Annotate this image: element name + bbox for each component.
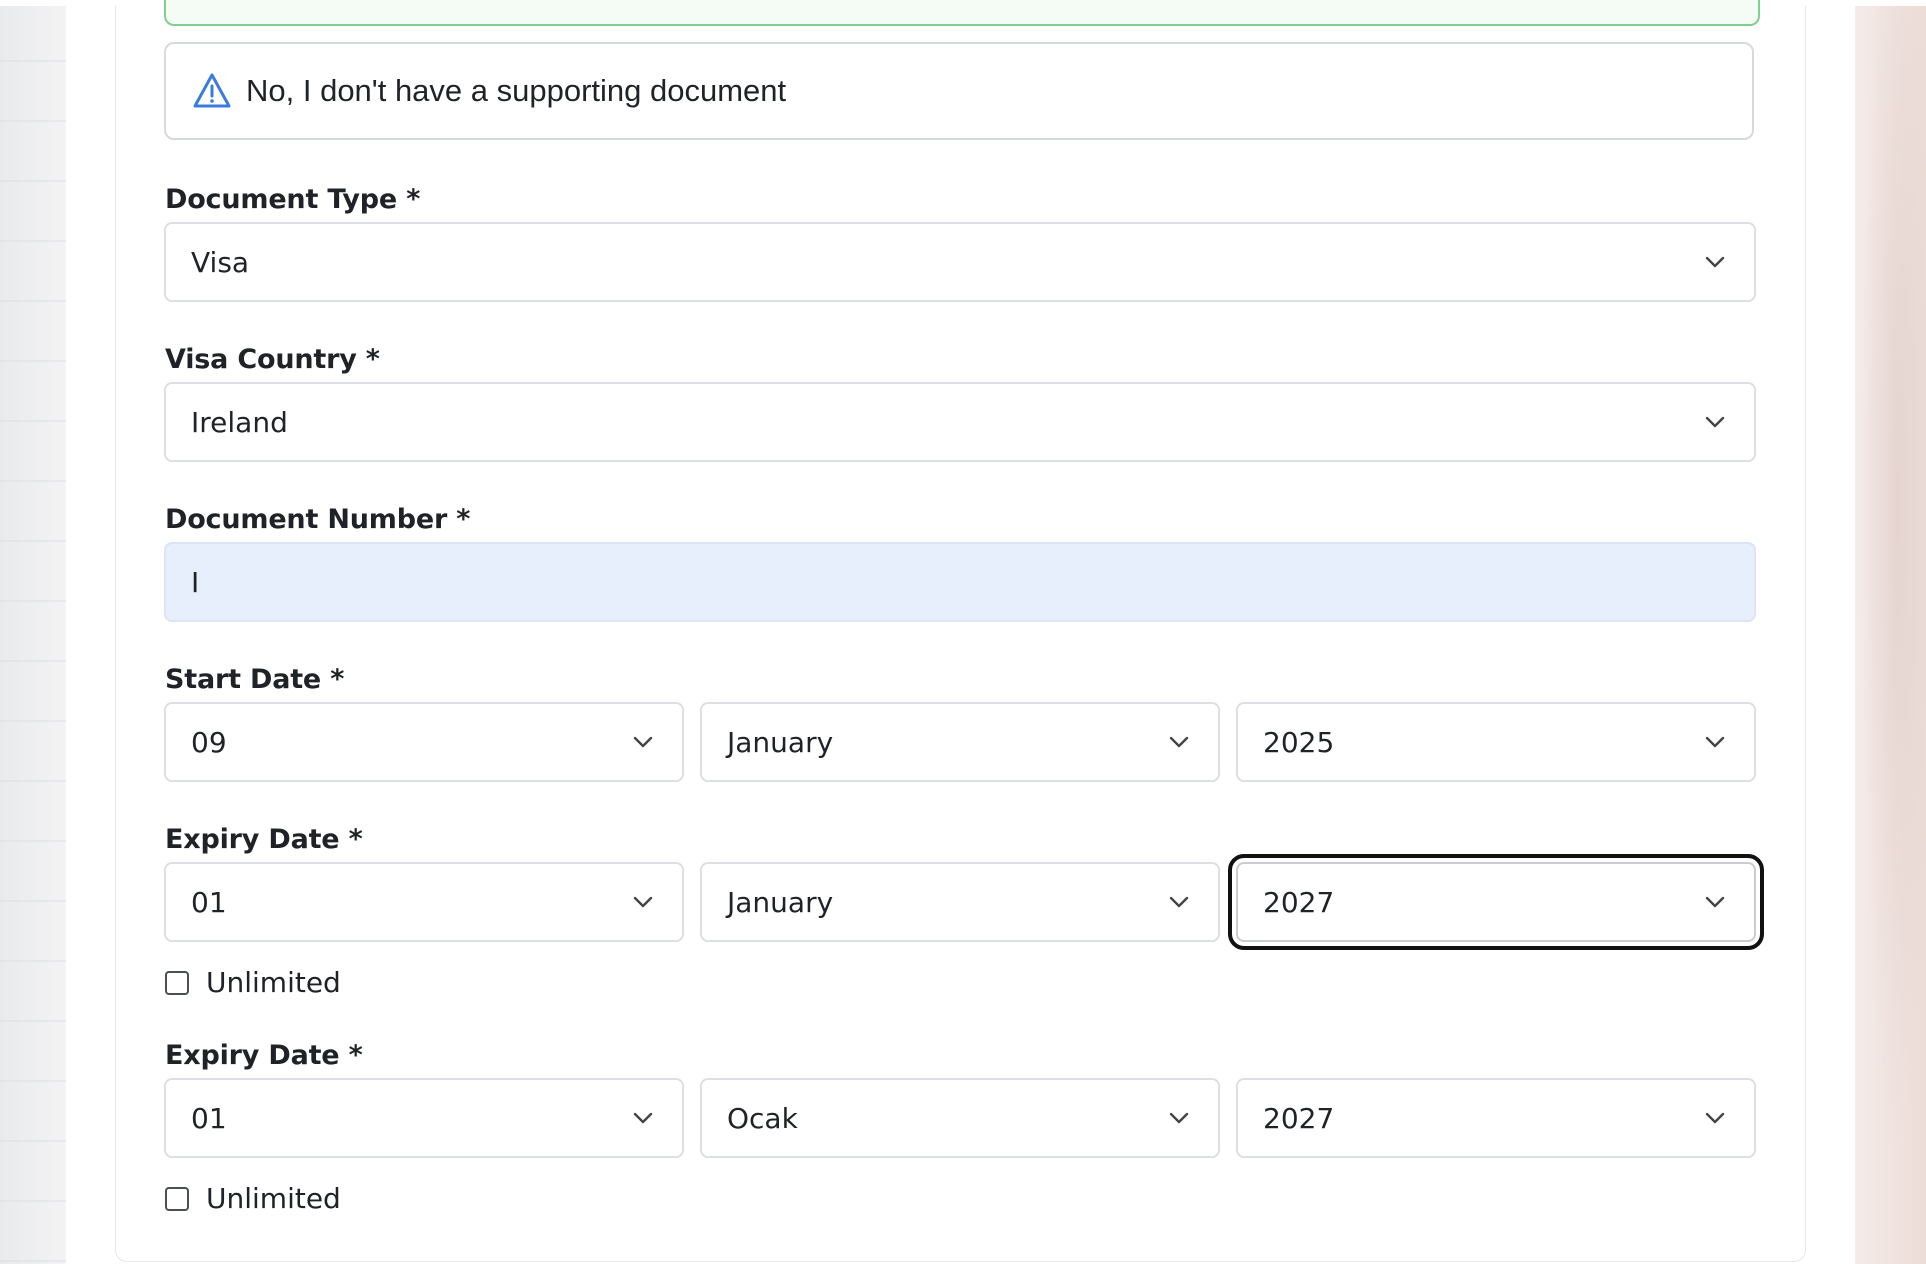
chevron-down-icon (1705, 416, 1725, 428)
document-type-label: Document Type * (165, 184, 421, 215)
chevron-down-icon (633, 736, 653, 748)
document-type-select[interactable]: Visa (164, 222, 1756, 302)
selected-option-box[interactable] (164, 0, 1760, 26)
chevron-down-icon (1169, 1112, 1189, 1124)
expiry-date-month-value-2: Ocak (727, 1101, 798, 1135)
chevron-down-icon (1705, 1112, 1725, 1124)
expiry-date-label-2: Expiry Date * (165, 1040, 363, 1071)
chevron-down-icon (633, 1112, 653, 1124)
visa-country-value: Ireland (191, 405, 288, 439)
unlimited-checkbox[interactable] (165, 970, 189, 995)
start-date-year-value: 2025 (1263, 725, 1335, 759)
chevron-down-icon (1169, 896, 1189, 908)
unlimited-label: Unlimited (206, 966, 341, 999)
visa-country-select[interactable]: Ireland (164, 382, 1756, 462)
document-number-input[interactable]: I (164, 542, 1756, 622)
document-number-value: I (191, 565, 200, 599)
document-type-value: Visa (191, 245, 250, 279)
warning-triangle-icon (192, 71, 232, 111)
start-date-month-value: January (727, 725, 834, 759)
unlimited-checkbox-2[interactable] (165, 1186, 189, 1211)
expiry-date-year-select-2[interactable]: 2027 (1236, 1078, 1756, 1158)
unlimited-option-2[interactable]: Unlimited (165, 1182, 341, 1215)
chevron-down-icon (1169, 736, 1189, 748)
start-date-label: Start Date * (165, 664, 345, 695)
start-date-day-select[interactable]: 09 (164, 702, 684, 782)
expiry-date-year-value-2: 2027 (1263, 1101, 1335, 1135)
expiry-date-day-value: 01 (191, 885, 227, 919)
background-image-left (0, 0, 66, 1264)
expiry-date-day-select[interactable]: 01 (164, 862, 684, 942)
expiry-date-year-select[interactable]: 2027 (1228, 854, 1764, 950)
chevron-down-icon (1705, 896, 1725, 908)
unlimited-option[interactable]: Unlimited (165, 966, 341, 999)
no-supporting-document-label: No, I don't have a supporting document (246, 73, 787, 108)
chevron-down-icon (1705, 256, 1725, 268)
visa-country-label: Visa Country * (165, 344, 380, 375)
start-date-year-select[interactable]: 2025 (1236, 702, 1756, 782)
expiry-date-day-value-2: 01 (191, 1101, 227, 1135)
chevron-down-icon (633, 896, 653, 908)
start-date-day-value: 09 (191, 725, 227, 759)
unlimited-label-2: Unlimited (206, 1182, 341, 1215)
expiry-date-month-select[interactable]: January (700, 862, 1220, 942)
background-image-right (1854, 0, 1926, 1264)
start-date-month-select[interactable]: January (700, 702, 1220, 782)
expiry-date-month-value: January (727, 885, 834, 919)
document-number-label: Document Number * (165, 504, 471, 535)
expiry-date-year-value: 2027 (1263, 885, 1335, 919)
chevron-down-icon (1705, 736, 1725, 748)
expiry-date-label: Expiry Date * (165, 824, 363, 855)
expiry-date-day-select-2[interactable]: 01 (164, 1078, 684, 1158)
expiry-date-month-select-2[interactable]: Ocak (700, 1078, 1220, 1158)
no-supporting-document-option[interactable]: No, I don't have a supporting document (164, 42, 1754, 140)
